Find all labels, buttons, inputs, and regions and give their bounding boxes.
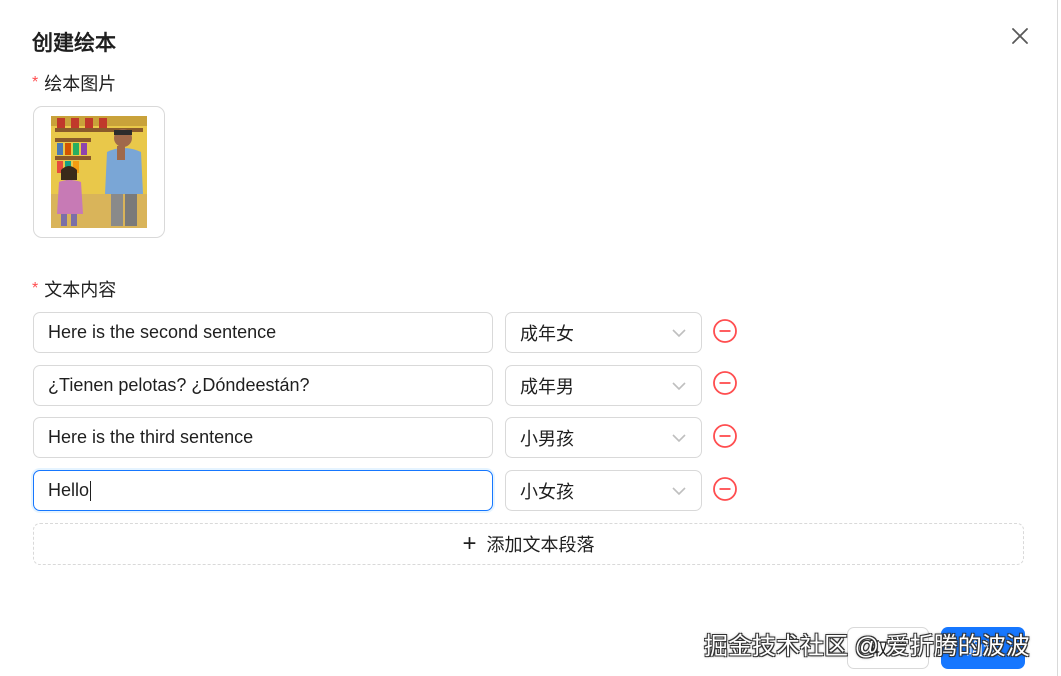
voice-select-4[interactable]: 小女孩 [505,470,702,511]
voice-select-3[interactable]: 小男孩 [505,417,702,458]
text-caret [90,480,92,501]
page: 创建绘本 * 绘本图片 * 文本内容 Here is the second se… [0,0,1061,676]
sentence-input-1[interactable]: Here is the second sentence [33,312,493,353]
cancel-button[interactable]: 取消 [847,627,929,669]
plus-icon: + [462,530,477,557]
remove-row-3-minus-circle-icon[interactable] [712,423,738,449]
close-icon[interactable] [1006,22,1034,50]
chevron-down-icon [672,486,686,495]
required-mark: * [32,280,39,297]
remove-row-2-minus-circle-icon[interactable] [712,370,738,396]
remove-row-4-minus-circle-icon[interactable] [712,476,738,502]
create-picture-book-modal: 创建绘本 * 绘本图片 * 文本内容 Here is the second se… [0,0,1058,676]
voice-select-1-value: 成年女 [520,323,574,344]
confirm-button[interactable]: 确认 [941,627,1025,669]
modal-title: 创建绘本 [32,32,116,55]
chevron-down-icon [672,433,686,442]
chevron-down-icon [672,381,686,390]
voice-select-2[interactable]: 成年男 [505,365,702,406]
sentence-input-3-value: Here is the third sentence [48,427,254,447]
cancel-button-label: 取消 [870,639,906,659]
image-field-label: * 绘本图片 [32,70,116,96]
voice-select-1[interactable]: 成年女 [505,312,702,353]
text-field-label-text: 文本内容 [44,280,117,300]
picture-thumbnail-card[interactable] [33,106,165,238]
sentence-input-4-value: Hello [48,480,90,500]
image-field-label-text: 绘本图片 [44,74,117,94]
sentence-input-2-value: ¿Tienen pelotas? ¿Dóndeestán? [48,375,310,395]
add-text-paragraph-button[interactable]: + 添加文本段落 [33,523,1024,565]
text-field-label: * 文本内容 [32,276,116,302]
voice-select-2-value: 成年男 [520,376,574,397]
picture-book-illustration-icon [51,116,147,228]
chevron-down-icon [672,328,686,337]
voice-select-3-value: 小男孩 [520,428,574,449]
sentence-input-2[interactable]: ¿Tienen pelotas? ¿Dóndeestán? [33,365,493,406]
sentence-input-3[interactable]: Here is the third sentence [33,417,493,458]
sentence-input-1-value: Here is the second sentence [48,322,277,342]
add-text-paragraph-label: 添加文本段落 [486,535,595,555]
voice-select-4-value: 小女孩 [520,481,574,502]
sentence-input-4[interactable]: Hello [33,470,493,511]
required-mark: * [32,74,39,91]
confirm-button-label: 确认 [965,639,1001,659]
remove-row-1-minus-circle-icon[interactable] [712,318,738,344]
